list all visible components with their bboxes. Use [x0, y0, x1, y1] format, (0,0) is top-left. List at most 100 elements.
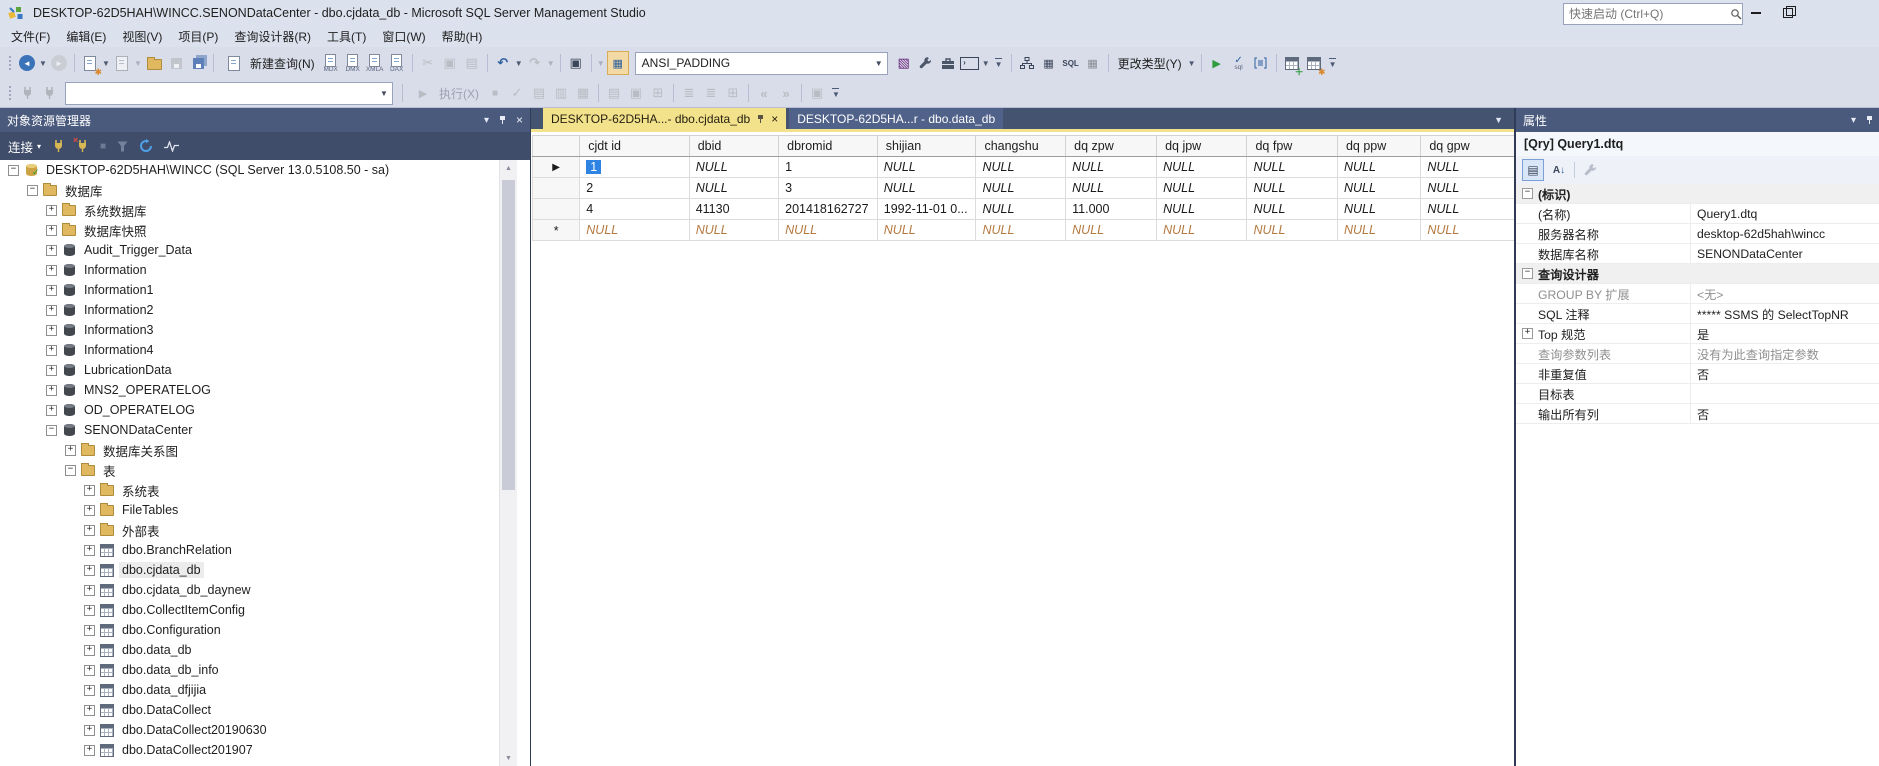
expand-icon[interactable]: +: [84, 545, 95, 556]
sort-alphabetical-icon[interactable]: A↓: [1549, 160, 1569, 180]
connect-button[interactable]: 连接▾: [8, 137, 41, 156]
save-all-icon[interactable]: [188, 52, 208, 74]
combo-dropdown-icon[interactable]: ▼: [376, 89, 392, 98]
tree-item-mns2-operatelog[interactable]: +MNS2_OPERATELOG: [0, 380, 530, 400]
expand-icon[interactable]: +: [46, 365, 57, 376]
grid-cell[interactable]: NULL: [689, 220, 778, 241]
window-position-chevron-icon[interactable]: ▾: [1851, 115, 1856, 126]
grid-cell[interactable]: 1: [779, 157, 878, 178]
ansi-padding-combo[interactable]: ANSI_PADDING▼: [635, 52, 888, 75]
database-combo[interactable]: ▼: [65, 82, 393, 105]
property-value[interactable]: 否: [1690, 364, 1879, 383]
grid-cell[interactable]: 201418162727: [779, 199, 878, 220]
scroll-down-icon[interactable]: ▼: [500, 750, 517, 766]
properties-window-icon[interactable]: [1251, 52, 1271, 74]
grid-cell[interactable]: 11.000: [1066, 199, 1157, 220]
grid-cell[interactable]: 41130: [689, 199, 778, 220]
minimize-button[interactable]: [1743, 4, 1769, 22]
expand-icon[interactable]: +: [84, 705, 95, 716]
collapse-icon[interactable]: −: [46, 425, 57, 436]
add-item-dropdown-icon[interactable]: ▼: [133, 52, 143, 74]
menu-v[interactable]: 视图(V): [114, 26, 170, 47]
property-[interactable]: 查询参数列表没有为此查询指定参数: [1516, 344, 1879, 364]
expand-icon[interactable]: +: [65, 445, 76, 456]
column-header-dbid[interactable]: dbid: [689, 136, 778, 157]
grid-cell[interactable]: NULL: [1337, 157, 1420, 178]
tree-item-[interactable]: +系统数据库: [0, 200, 530, 220]
menu-p[interactable]: 项目(P): [170, 26, 226, 47]
grid-cell[interactable]: NULL: [1157, 157, 1247, 178]
disconnect-icon[interactable]: ×: [76, 139, 89, 153]
property-value[interactable]: [1690, 384, 1879, 403]
verify-sql-icon[interactable]: ✓sql: [1229, 52, 1249, 74]
property-category-[interactable]: −查询设计器: [1516, 264, 1879, 284]
property-[interactable]: 非重复值否: [1516, 364, 1879, 384]
collapse-icon[interactable]: −: [65, 465, 76, 476]
expand-icon[interactable]: +: [46, 205, 57, 216]
property-value[interactable]: 是: [1690, 324, 1879, 343]
grid-cell[interactable]: NULL: [1066, 157, 1157, 178]
window-position-chevron-icon[interactable]: ▾: [484, 115, 489, 126]
column-header-dq-gpw[interactable]: dq gpw: [1421, 136, 1515, 157]
grid-cell[interactable]: NULL: [689, 157, 778, 178]
column-header-dbromid[interactable]: dbromid: [779, 136, 878, 157]
expand-icon[interactable]: +: [84, 605, 95, 616]
tree-item-[interactable]: +外部表: [0, 520, 530, 540]
menu-f[interactable]: 文件(F): [3, 26, 58, 47]
grid-cell[interactable]: NULL: [1157, 220, 1247, 241]
pin-icon[interactable]: [1865, 115, 1874, 125]
tree-item-dbo-data-db-info[interactable]: +dbo.data_db_info: [0, 660, 530, 680]
grid-cell[interactable]: NULL: [689, 178, 778, 199]
tree-item-filetables[interactable]: +FileTables: [0, 500, 530, 520]
property-value[interactable]: ***** SSMS 的 SelectTopNR: [1690, 304, 1879, 323]
column-header-dq-jpw[interactable]: dq jpw: [1157, 136, 1247, 157]
property-category-[interactable]: −(标识): [1516, 184, 1879, 204]
new-project-dropdown-icon[interactable]: ▼: [101, 52, 111, 74]
expand-icon[interactable]: +: [46, 265, 57, 276]
tree-item-dbo-data-dfjijia[interactable]: +dbo.data_dfjijia: [0, 680, 530, 700]
tree-item-dbo-datacollect201907[interactable]: +dbo.DataCollect201907: [0, 740, 530, 760]
column-header-cjdt-id[interactable]: cjdt id: [580, 136, 689, 157]
new-xmla-query-icon[interactable]: XMLA: [365, 52, 385, 74]
column-header-shijian[interactable]: shijian: [877, 136, 976, 157]
new-row-marker[interactable]: *: [533, 220, 580, 241]
tree-scrollbar[interactable]: ▲ ▼: [499, 160, 517, 766]
menu-e[interactable]: 编辑(E): [58, 26, 114, 47]
menu-h[interactable]: 帮助(H): [434, 26, 491, 47]
diagram-pane-icon[interactable]: [1017, 52, 1037, 74]
expand-icon[interactable]: +: [84, 665, 95, 676]
close-icon[interactable]: ×: [516, 113, 523, 127]
expand-icon[interactable]: +: [84, 525, 95, 536]
grid-cell[interactable]: NULL: [1157, 199, 1247, 220]
grid-cell[interactable]: NULL: [1421, 178, 1515, 199]
toolbar-overflow-icon[interactable]: ▼: [832, 88, 840, 99]
grid-cell[interactable]: NULL: [1247, 199, 1338, 220]
property-value[interactable]: SENONDataCenter: [1690, 244, 1879, 263]
expand-icon[interactable]: +: [46, 405, 57, 416]
new-dax-query-icon[interactable]: DAX: [387, 52, 407, 74]
grid-cell[interactable]: NULL: [1421, 157, 1515, 178]
grid-cell[interactable]: NULL: [1066, 220, 1157, 241]
grid-cell[interactable]: NULL: [1247, 157, 1338, 178]
property-[interactable]: (名称)Query1.dtq: [1516, 204, 1879, 224]
combo-dropdown-icon[interactable]: ▼: [871, 59, 887, 68]
toolbar-overflow-icon[interactable]: ▼: [1329, 58, 1337, 69]
tree-item-dbo-cjdata-db[interactable]: +dbo.cjdata_db: [0, 560, 530, 580]
nav-back-dropdown-icon[interactable]: ▼: [38, 52, 48, 74]
add-table-icon[interactable]: ＋: [1282, 52, 1302, 74]
property-sql[interactable]: SQL 注释***** SSMS 的 SelectTopNR: [1516, 304, 1879, 324]
collapse-icon[interactable]: −: [8, 165, 19, 176]
tree-item-[interactable]: −表: [0, 460, 530, 480]
grid-cell[interactable]: NULL: [1247, 178, 1338, 199]
tree-item-information[interactable]: +Information: [0, 260, 530, 280]
grid-cell[interactable]: NULL: [877, 157, 976, 178]
expand-icon[interactable]: +: [46, 305, 57, 316]
redo-dropdown-icon[interactable]: ▼: [546, 52, 556, 74]
change-type-button[interactable]: 更改类型(Y): [1113, 53, 1187, 74]
close-icon[interactable]: ×: [771, 113, 778, 125]
document-tab-2[interactable]: DESKTOP-62D5HA...r - dbo.data_db: [789, 108, 1003, 129]
grid-cell[interactable]: NULL: [976, 220, 1066, 241]
column-header-changshu[interactable]: changshu: [976, 136, 1066, 157]
tree-item-dbo-configuration[interactable]: +dbo.Configuration: [0, 620, 530, 640]
document-list-dropdown-icon[interactable]: ▼: [1494, 115, 1503, 125]
